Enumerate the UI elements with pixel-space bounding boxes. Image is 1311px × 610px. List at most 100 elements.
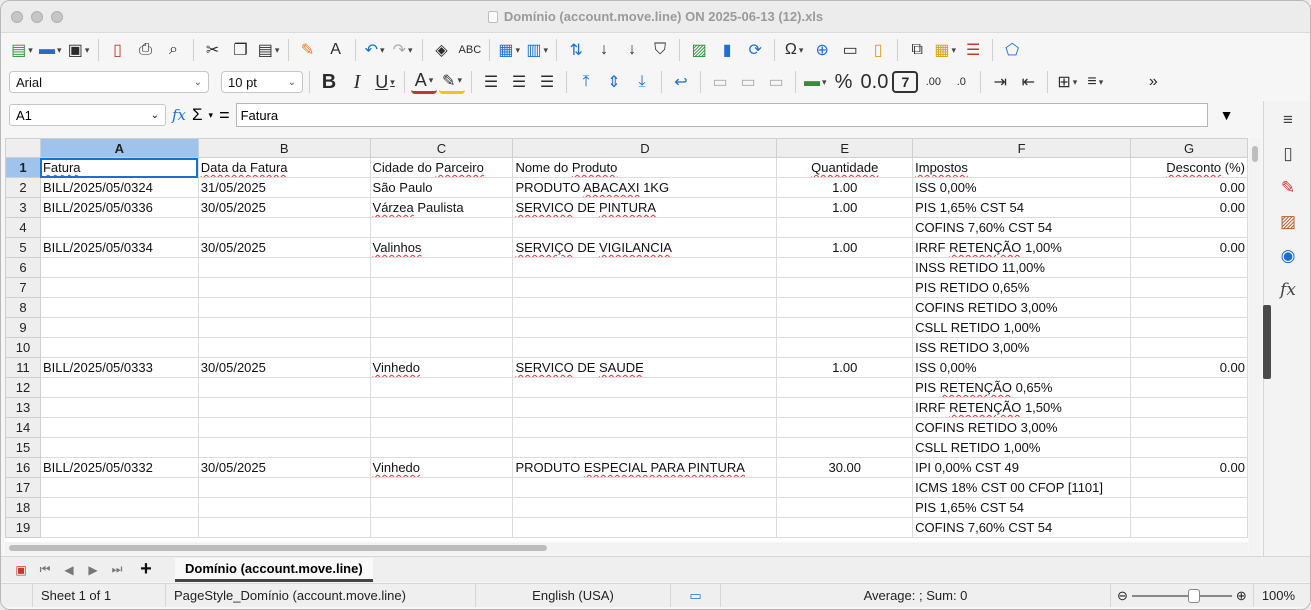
cell-f5[interactable]: IRRF RETENÇÃO 1,00%	[912, 237, 1132, 258]
cell-b19[interactable]	[197, 517, 371, 538]
cell-d1[interactable]: Nome do Produto	[512, 157, 778, 178]
cell-a3[interactable]: BILL/2025/05/0336	[39, 197, 199, 218]
cell-a13[interactable]	[39, 397, 199, 418]
wrap-text-icon[interactable]: ↩	[668, 68, 694, 96]
cut-icon[interactable]: ✂	[200, 36, 226, 64]
clear-format-icon[interactable]: A	[323, 36, 349, 64]
row-header[interactable]: 12	[5, 377, 41, 398]
cell-d13[interactable]	[512, 397, 778, 418]
cell-a11[interactable]: BILL/2025/05/0333	[39, 357, 199, 378]
decrease-indent-icon[interactable]: ⇤	[1015, 68, 1041, 96]
save-status-icon[interactable]: ▣	[11, 563, 31, 577]
italic-icon[interactable]: I	[344, 68, 370, 96]
cell-b12[interactable]	[197, 377, 371, 398]
cell-f7[interactable]: PIS RETIDO 0,65%	[912, 277, 1132, 298]
column-header-f[interactable]: F	[912, 138, 1132, 158]
cell-a4[interactable]	[39, 217, 199, 238]
row-header[interactable]: 3	[5, 197, 41, 218]
cell-b9[interactable]	[197, 317, 371, 338]
cell-c10[interactable]	[369, 337, 514, 358]
cell-c16[interactable]: Vinhedo	[369, 457, 514, 478]
image-icon[interactable]: ▨	[686, 36, 712, 64]
delete-decimal-icon[interactable]: .0	[948, 68, 974, 96]
cell-e15[interactable]	[776, 437, 914, 458]
column-header-a[interactable]: A	[39, 138, 199, 158]
increase-indent-icon[interactable]: ⇥	[987, 68, 1013, 96]
new-icon[interactable]: ▤	[9, 36, 35, 64]
cell-g11[interactable]: 0.00	[1130, 357, 1248, 378]
cell-g14[interactable]	[1130, 417, 1248, 438]
cell-a14[interactable]	[39, 417, 199, 438]
cell-b14[interactable]	[197, 417, 371, 438]
cell-a15[interactable]	[39, 437, 199, 458]
cell-e4[interactable]	[776, 217, 914, 238]
row-header[interactable]: 6	[5, 257, 41, 278]
cell-f4[interactable]: COFINS 7,60% CST 54	[912, 217, 1132, 238]
selection-summary[interactable]: Average: ; Sum: 0	[721, 584, 1111, 607]
cell-b8[interactable]	[197, 297, 371, 318]
cell-a17[interactable]	[39, 477, 199, 498]
split-icon[interactable]: ☰	[960, 36, 986, 64]
column-header-e[interactable]: E	[776, 138, 914, 158]
cell-b13[interactable]	[197, 397, 371, 418]
save-icon[interactable]: ▣	[66, 36, 92, 64]
add-sheet-button[interactable]: +	[131, 558, 161, 581]
page-style[interactable]: PageStyle_Domínio (account.move.line)	[166, 584, 476, 607]
sort-icon[interactable]: ⇅	[563, 36, 589, 64]
overflow-chevron-icon[interactable]: »	[1140, 68, 1166, 96]
cell-c3[interactable]: Várzea Paulista	[369, 197, 514, 218]
cell-f16[interactable]: IPI 0,00% CST 49	[912, 457, 1132, 478]
select-all-corner[interactable]	[5, 138, 41, 158]
cell-c4[interactable]	[369, 217, 514, 238]
cell-g16[interactable]: 0.00	[1130, 457, 1248, 478]
cell-d10[interactable]	[512, 337, 778, 358]
cell-g9[interactable]	[1130, 317, 1248, 338]
row-header[interactable]: 15	[5, 437, 41, 458]
spellcheck-icon[interactable]: ABC	[457, 36, 484, 64]
cell-a9[interactable]	[39, 317, 199, 338]
cell-b5[interactable]: 30/05/2025	[197, 237, 371, 258]
cell-g5[interactable]: 0.00	[1130, 237, 1248, 258]
cell-e9[interactable]	[776, 317, 914, 338]
bold-icon[interactable]: B	[316, 68, 342, 96]
cell-f8[interactable]: COFINS RETIDO 3,00%	[912, 297, 1132, 318]
borders-icon[interactable]: ⊞	[1054, 68, 1080, 96]
cell-f10[interactable]: ISS RETIDO 3,00%	[912, 337, 1132, 358]
expand-formula-icon[interactable]: ▼	[1220, 107, 1234, 123]
zoom-track[interactable]	[1131, 588, 1232, 603]
cell-c1[interactable]: Cidade do Parceiro	[369, 157, 514, 178]
cell-a5[interactable]: BILL/2025/05/0334	[39, 237, 199, 258]
cell-g1[interactable]: Desconto (%)	[1130, 157, 1248, 178]
cell-f2[interactable]: ISS 0,00%	[912, 177, 1132, 198]
clone-format-icon[interactable]: ✎	[295, 36, 321, 64]
cell-e17[interactable]	[776, 477, 914, 498]
cell-g7[interactable]	[1130, 277, 1248, 298]
zoom-window-button[interactable]	[51, 11, 63, 23]
print-icon[interactable]: ⎙	[133, 36, 159, 64]
cell-c12[interactable]	[369, 377, 514, 398]
align-bottom-icon[interactable]: ⤓	[629, 68, 655, 96]
cell-f13[interactable]: IRRF RETENÇÃO 1,50%	[912, 397, 1132, 418]
cell-d9[interactable]	[512, 317, 778, 338]
cell-c18[interactable]	[369, 497, 514, 518]
define-print-area-icon[interactable]: ⧉	[904, 36, 930, 64]
formula-input[interactable]: Fatura	[235, 103, 1208, 127]
spreadsheet-grid[interactable]: A B C D E F G 1 Fatura Data da Fatura Cidad…	[5, 138, 1248, 542]
cell-f18[interactable]: PIS 1,65% CST 54	[912, 497, 1132, 518]
header-footer-icon[interactable]: ▯	[865, 36, 891, 64]
border-style-icon[interactable]: ≡	[1082, 68, 1108, 96]
row-header[interactable]: 2	[5, 177, 41, 198]
column-header-g[interactable]: G	[1130, 138, 1248, 158]
row-header[interactable]: 5	[5, 237, 41, 258]
sort-desc-icon[interactable]: ↓	[619, 36, 645, 64]
number-format-icon[interactable]: 0.0	[859, 68, 891, 96]
align-left-icon[interactable]: ☰	[478, 68, 504, 96]
row-header[interactable]: 17	[5, 477, 41, 498]
cell-d12[interactable]	[512, 377, 778, 398]
cell-e6[interactable]	[776, 257, 914, 278]
cell-g2[interactable]: 0.00	[1130, 177, 1248, 198]
cell-f15[interactable]: CSLL RETIDO 1,00%	[912, 437, 1132, 458]
cell-g4[interactable]	[1130, 217, 1248, 238]
row-icon[interactable]: ▦	[496, 36, 522, 64]
export-pdf-icon[interactable]: ▯	[105, 36, 131, 64]
